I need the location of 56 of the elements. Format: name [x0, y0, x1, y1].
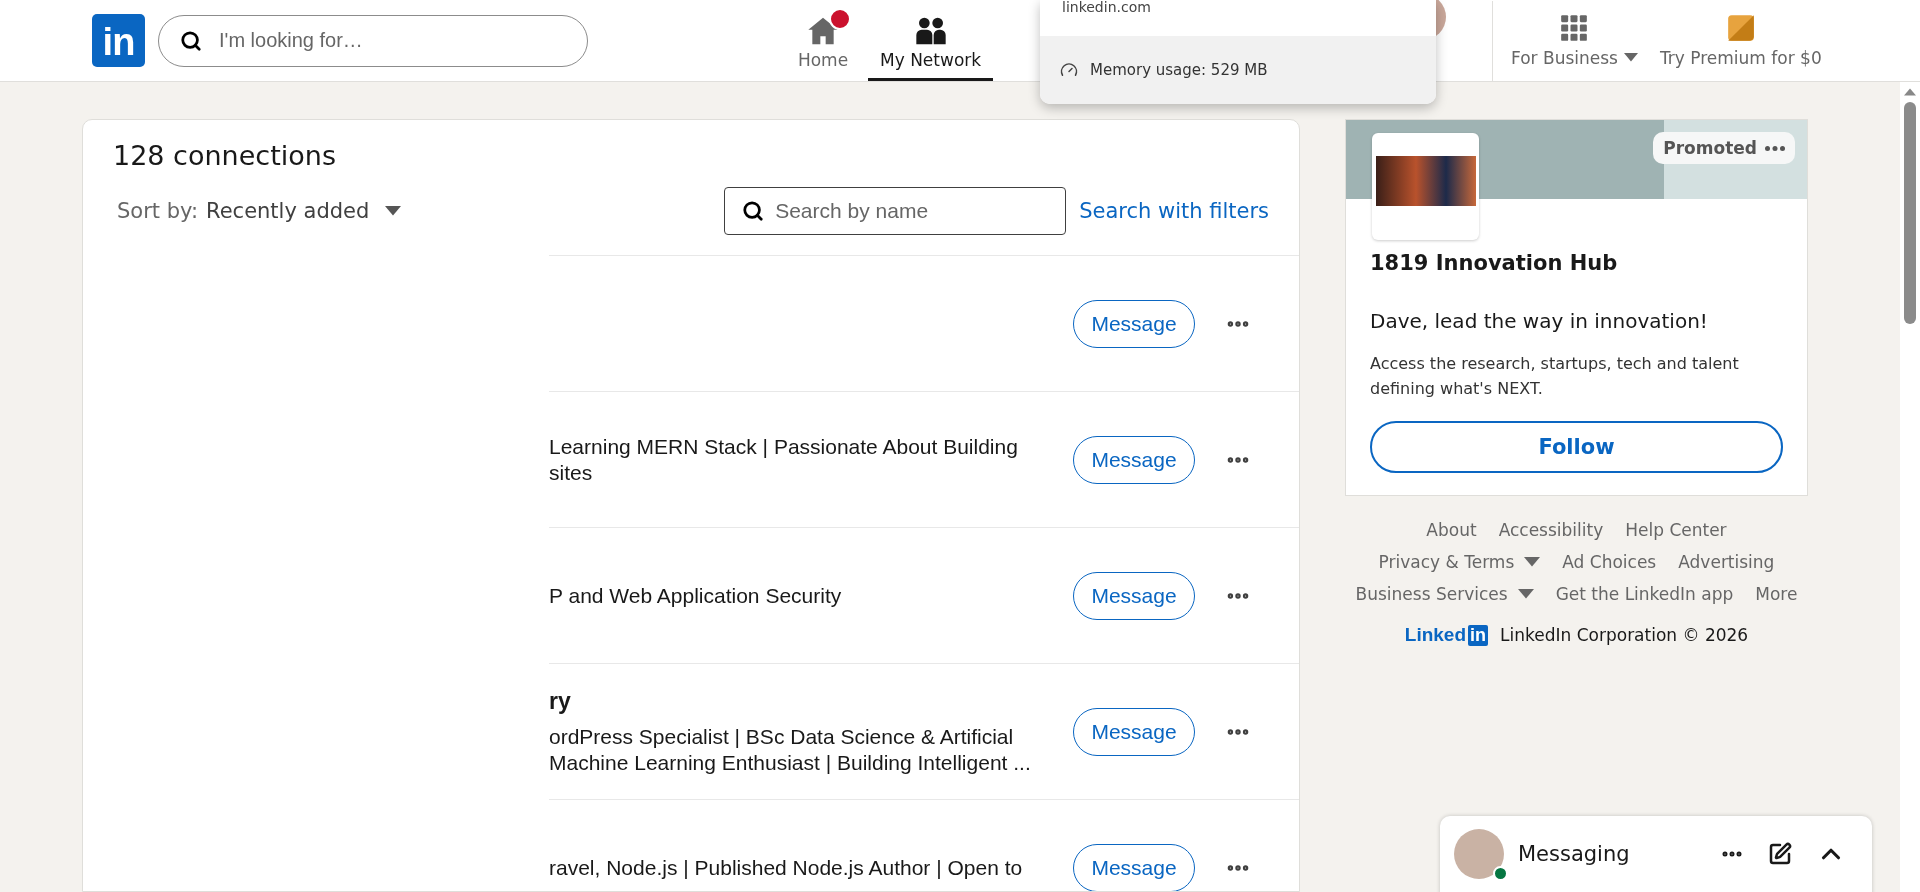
linkedin-logo[interactable]: in — [92, 14, 145, 67]
search-icon — [742, 200, 765, 222]
message-button[interactable]: Message — [1073, 571, 1195, 620]
gauge-icon — [1060, 61, 1078, 79]
message-button[interactable]: Message — [1073, 299, 1195, 348]
footer-link[interactable]: Accessibility — [1498, 520, 1604, 540]
footer-link[interactable]: Help Center — [1625, 520, 1727, 540]
search-filters-link[interactable]: Search with filters — [1079, 199, 1269, 223]
connections-count: 128 connections — [113, 140, 337, 171]
search-icon — [180, 29, 202, 52]
message-button[interactable]: Message — [1073, 843, 1195, 891]
connection-headline: ravel, Node.js | Published Node.js Author | Open to — [549, 855, 1023, 880]
scrollbar[interactable] — [1900, 82, 1920, 892]
connection-headline: Learning MERN Stack | Passionate About Building — [549, 434, 1018, 459]
footer-link[interactable]: Ad Choices — [1562, 552, 1657, 572]
footer-link[interactable]: About — [1426, 520, 1477, 540]
for-business-menu[interactable]: For Business — [1511, 13, 1638, 68]
caret-icon — [1623, 53, 1638, 62]
name-search-field[interactable]: Search by name — [724, 187, 1067, 235]
connection-headline: Machine Learning Enthusiast | Building Intelligent ... — [549, 751, 1031, 775]
connection-headline: ordPress Specialist | BSc Data Science & Artificial — [549, 725, 1014, 749]
footer-link[interactable]: Business Services — [1355, 584, 1534, 604]
footer-link[interactable]: Get the LinkedIn app — [1555, 584, 1734, 604]
ad-headline: Dave, lead the way in innovation! — [1370, 309, 1709, 333]
message-button[interactable]: Message — [1073, 435, 1195, 484]
scrollbar-thumb[interactable] — [1904, 102, 1916, 324]
more-icon — [1765, 145, 1785, 151]
ad-description: Access the research, startups, tech and talent defining what's NEXT. — [1370, 353, 1740, 400]
sort-dropdown[interactable]: Recently added — [206, 199, 402, 223]
footer-link[interactable]: More — [1755, 584, 1798, 604]
sort-label: Sort by: — [117, 199, 199, 223]
message-button[interactable]: Message — [1073, 707, 1195, 756]
follow-button[interactable]: Follow — [1370, 421, 1783, 473]
people-icon — [914, 16, 947, 46]
linkedin-logo: Linked in — [1404, 624, 1489, 646]
premium-icon — [1726, 13, 1755, 42]
up-arrow-icon[interactable] — [1904, 88, 1916, 96]
connection-headline: sites — [549, 460, 593, 485]
caret-icon — [385, 206, 402, 216]
messaging-title: Messaging — [1518, 842, 1631, 866]
company-name[interactable]: 1819 Innovation Hub — [1370, 251, 1783, 275]
promoted-menu[interactable]: Promoted — [1653, 132, 1795, 164]
compose-icon[interactable] — [1768, 842, 1792, 866]
nav-tab[interactable]: My Network — [868, 0, 994, 81]
search-field[interactable]: I'm looking for… — [158, 14, 588, 67]
grid-icon — [1560, 13, 1589, 42]
site-address: linkedin.com — [1061, 0, 1152, 17]
connection-headline: P and Web Application Security — [549, 583, 842, 608]
memory-usage: Memory usage: 529 MB — [1090, 61, 1268, 79]
copyright: LinkedIn Corporation © 2026 — [1500, 625, 1749, 645]
premium-link[interactable]: Try Premium for $0 — [1659, 13, 1822, 68]
nav-tab[interactable]: Home — [778, 0, 868, 81]
messaging-bar[interactable]: Messaging — [1440, 816, 1872, 892]
footer-link[interactable]: Advertising — [1678, 552, 1775, 572]
connection-name[interactable]: ry — [549, 688, 1053, 715]
footer-link[interactable]: Privacy & Terms — [1378, 552, 1541, 572]
